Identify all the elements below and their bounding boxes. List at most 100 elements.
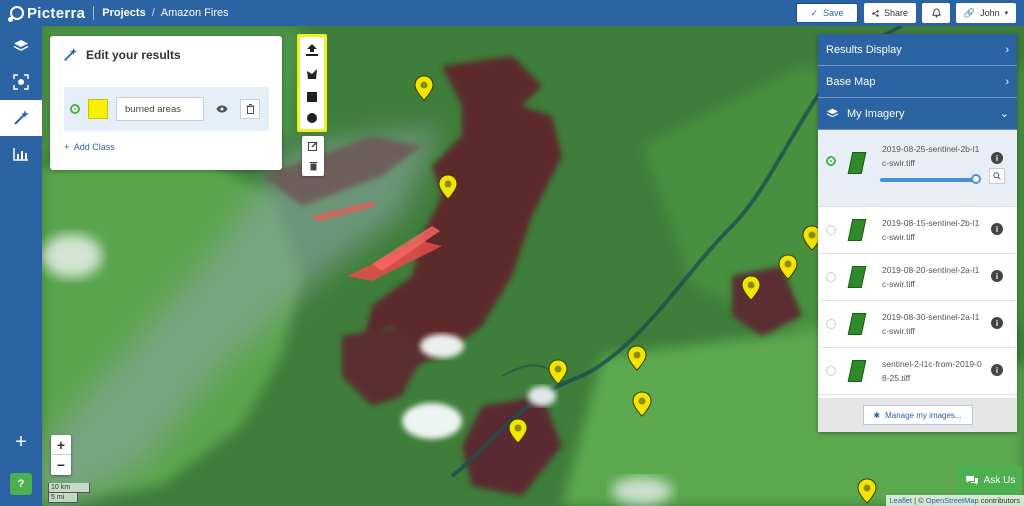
imagery-item[interactable]: 2019-08-20-sentinel-2a-l1c-swir.tiff i — [818, 254, 1017, 301]
map-pin-icon[interactable] — [857, 478, 877, 504]
logo-mark-icon — [8, 6, 24, 22]
imagery-radio[interactable] — [826, 156, 836, 166]
map-pin-icon[interactable] — [741, 275, 761, 301]
zoom-out-button[interactable]: − — [51, 455, 71, 475]
user-name: John — [980, 8, 1000, 18]
edit-panel-header: Edit your results — [50, 36, 282, 74]
info-icon[interactable]: i — [991, 223, 1003, 235]
edit-icon[interactable] — [308, 141, 318, 151]
rectangle-icon[interactable] — [307, 91, 317, 102]
map-pin-icon[interactable] — [632, 391, 652, 417]
layers-icon — [13, 40, 29, 51]
edit-results-panel: Edit your results burned areas + Add Cla… — [50, 36, 282, 170]
delete-class-button[interactable] — [240, 99, 260, 119]
share-icon — [872, 9, 879, 17]
ask-us-button[interactable]: Ask Us — [958, 466, 1022, 494]
top-bar: Picterra Projects / Amazon Fires ✓ Save … — [0, 0, 1024, 26]
imagery-radio[interactable] — [826, 366, 836, 376]
help-button[interactable]: ? — [10, 473, 32, 495]
sidebar-item-analytics[interactable] — [0, 136, 42, 172]
zoom-to-image-button[interactable] — [989, 168, 1005, 184]
attribution-tail: contributors — [978, 496, 1020, 505]
opacity-slider-handle[interactable] — [971, 174, 981, 184]
zoom-control: + − — [51, 435, 71, 475]
imagery-name: sentinel-2-l1c-from-2019-08-25.tiff — [882, 359, 982, 383]
my-imagery-section[interactable]: My Imagery ⌄ — [818, 98, 1017, 130]
trash-icon — [246, 104, 254, 114]
map-pin-icon[interactable] — [438, 174, 458, 200]
imagery-radio[interactable] — [826, 319, 836, 329]
map-pin-icon[interactable] — [778, 254, 798, 280]
imagery-item[interactable]: 2019-08-30-sentinel-2a-l1c-swir.tiff i — [818, 301, 1017, 348]
bell-icon — [931, 8, 941, 18]
imagery-item[interactable]: sentinel-2-l1c-from-2019-08-25.tiff i — [818, 348, 1017, 395]
notifications-button[interactable] — [922, 3, 950, 23]
breadcrumb-projects[interactable]: Projects — [102, 7, 145, 19]
map-pin-icon[interactable] — [548, 359, 568, 385]
imagery-item[interactable]: 2019-08-25-sentinel-2b-l1c-swir.tiff i — [818, 130, 1017, 207]
chat-icon — [965, 475, 978, 485]
gear-icon: ✱ — [873, 410, 881, 420]
base-map-label: Base Map — [826, 75, 876, 88]
user-menu-button[interactable]: 🔗 John ▾ — [956, 3, 1016, 23]
scale-km: 10 km — [48, 483, 90, 493]
imagery-thumbnail — [847, 152, 867, 174]
trash-icon[interactable] — [309, 161, 318, 171]
my-imagery-heading: My Imagery — [826, 108, 904, 120]
imagery-name: 2019-08-20-sentinel-2a-l1c-swir.tiff — [882, 265, 980, 289]
add-button[interactable]: + — [0, 431, 42, 454]
sidebar-item-layers[interactable] — [0, 28, 42, 64]
imagery-radio[interactable] — [826, 225, 836, 235]
magic-wand-icon — [14, 110, 29, 125]
polygon-icon[interactable] — [306, 68, 318, 80]
map-pin-icon[interactable] — [627, 345, 647, 371]
class-color-swatch[interactable] — [88, 99, 108, 119]
imagery-item[interactable]: 2019-08-15-sentinel-2b-l1c-swir.tiff i — [818, 207, 1017, 254]
my-imagery-label: My Imagery — [847, 107, 905, 120]
picterra-logo[interactable]: Picterra — [8, 5, 85, 22]
manage-images-button[interactable]: ✱ Manage my images... — [862, 405, 973, 425]
link-icon: 🔗 — [963, 7, 976, 18]
magic-wand-icon — [64, 47, 78, 61]
imagery-thumbnail — [847, 360, 867, 382]
info-icon[interactable]: i — [991, 270, 1003, 282]
manage-images-label: Manage my images... — [885, 410, 962, 420]
check-icon: ✓ — [810, 7, 819, 18]
share-button[interactable]: Share — [864, 3, 916, 23]
sidebar-item-edit[interactable] — [0, 100, 42, 136]
class-radio[interactable] — [70, 104, 80, 114]
save-button[interactable]: ✓ Save — [796, 3, 858, 23]
zoom-in-button[interactable]: + — [51, 435, 71, 455]
chevron-right-icon: › — [1005, 75, 1009, 88]
bar-chart-icon — [13, 148, 28, 161]
results-display-label: Results Display — [826, 43, 902, 56]
info-icon[interactable]: i — [991, 317, 1003, 329]
osm-link[interactable]: OpenStreetMap — [926, 496, 979, 505]
imagery-name: 2019-08-15-sentinel-2b-l1c-swir.tiff — [882, 218, 980, 242]
save-label: Save — [823, 8, 844, 18]
results-display-section[interactable]: Results Display › — [818, 34, 1017, 66]
add-class-link[interactable]: + Add Class — [64, 142, 115, 152]
scale-mi: 5 mi — [48, 493, 78, 503]
layers-icon — [826, 108, 839, 118]
class-row: burned areas — [64, 87, 269, 131]
info-icon[interactable]: i — [991, 364, 1003, 376]
upload-icon[interactable] — [305, 43, 319, 57]
class-name-input[interactable]: burned areas — [116, 97, 204, 121]
circle-icon[interactable] — [307, 113, 317, 124]
detect-icon — [13, 74, 29, 90]
leaflet-link[interactable]: Leaflet — [890, 496, 913, 505]
imagery-name: 2019-08-30-sentinel-2a-l1c-swir.tiff — [882, 312, 980, 336]
imagery-thumbnail — [847, 313, 867, 335]
base-map-section[interactable]: Base Map › — [818, 66, 1017, 98]
map-pin-icon[interactable] — [508, 418, 528, 444]
panel-footer: ✱ Manage my images... — [818, 398, 1017, 432]
layers-panel: Results Display › Base Map › My Imagery … — [818, 34, 1017, 432]
info-icon[interactable]: i — [991, 152, 1003, 164]
imagery-radio[interactable] — [826, 272, 836, 282]
map-pin-icon[interactable] — [414, 75, 434, 101]
sidebar-item-detect[interactable] — [0, 64, 42, 100]
opacity-slider[interactable] — [880, 174, 981, 184]
edit-panel-title: Edit your results — [86, 48, 181, 62]
eye-icon[interactable] — [212, 99, 232, 119]
